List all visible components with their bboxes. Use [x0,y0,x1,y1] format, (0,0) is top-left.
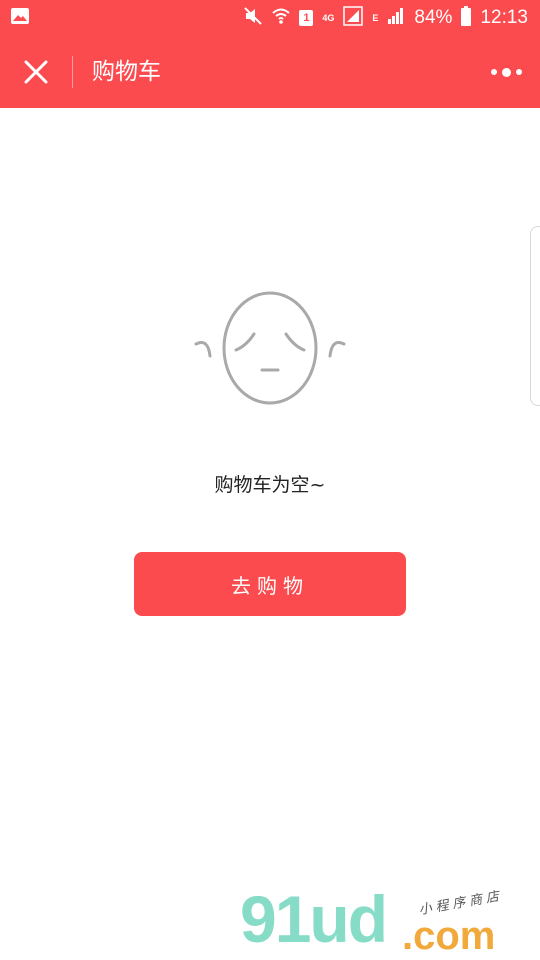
more-dot-icon [515,69,522,75]
more-dot-icon [501,67,511,77]
close-icon [24,60,48,84]
close-button[interactable] [16,52,56,92]
gallery-notification-icon [10,7,30,30]
more-options-button[interactable] [486,58,526,86]
go-shopping-button[interactable]: 去购物 [134,552,406,616]
header-divider [72,56,73,88]
sim-badge: 1 [299,10,314,26]
battery-icon [461,5,472,31]
network-type-alt: E [372,13,379,23]
signal-icon [343,5,364,31]
more-dot-icon [490,69,497,75]
sad-face-icon [190,290,350,410]
watermark-domain: .com [402,914,496,958]
watermark-brand: 91ud [240,882,388,956]
side-drawer-handle[interactable] [530,226,540,406]
app-header: 购物车 [0,36,540,108]
network-type: 4G [322,13,335,23]
wifi-icon [272,7,291,30]
signal-bars-icon [387,7,405,30]
page-title: 购物车 [92,59,161,85]
status-bar: 1 4G E 84% 12:13 [0,0,540,36]
battery-percent: 84% [414,7,453,28]
empty-cart-message: 购物车为空~ [214,474,326,496]
mute-icon [243,6,263,31]
clock: 12:13 [480,7,528,28]
